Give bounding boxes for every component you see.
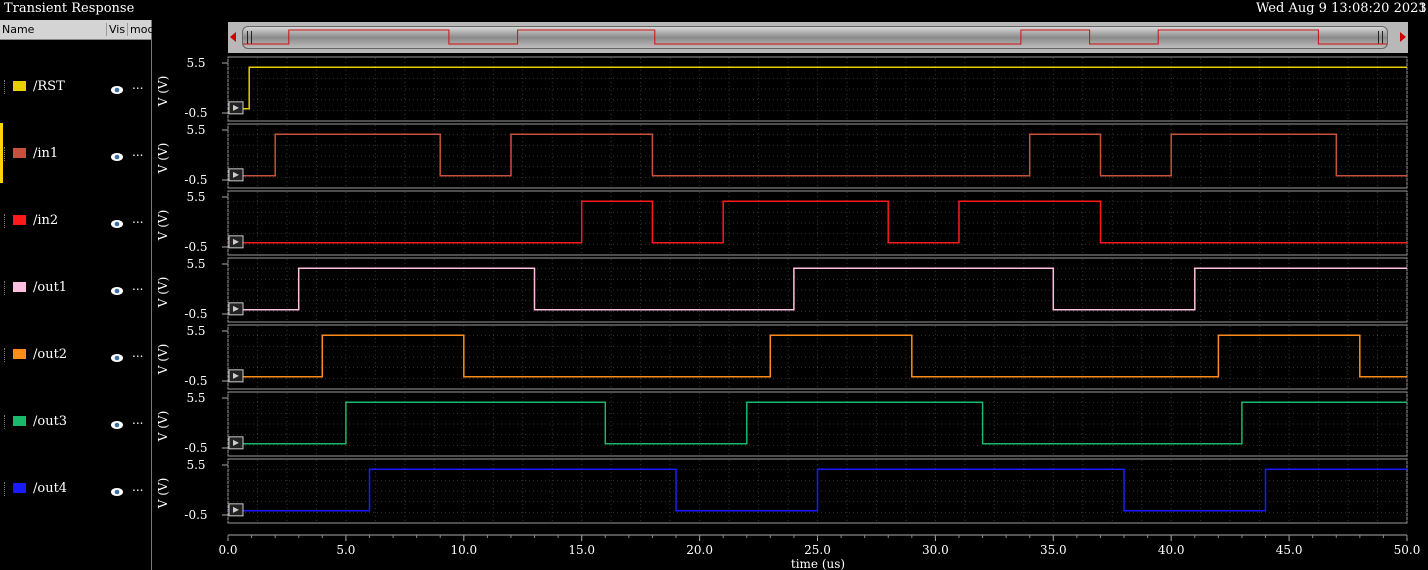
y-axis-label: V (V) (156, 411, 170, 443)
trace-marker-icon[interactable] (228, 503, 244, 517)
y-tick-label: 5.5 (186, 123, 205, 137)
x-tick-label: 35.0 (1040, 543, 1067, 557)
y-axis-label: V (V) (156, 210, 170, 242)
y-tick-label: -0.5 (184, 106, 207, 120)
x-axis-label: time (us) (791, 557, 845, 570)
y-axis-label: V (V) (156, 277, 170, 309)
y-tick-label: -0.5 (184, 508, 207, 522)
waveform-chart: 5.5 -0.5 V (V) 5.5 -0.5 V (V) 5.5 -0.5 V (V) 5.5 -… (156, 56, 1421, 570)
x-tick-label: 10.0 (450, 543, 477, 557)
x-tick-label: 20.0 (686, 543, 713, 557)
x-tick-label: 50.0 (1394, 543, 1421, 557)
trace-marker-icon[interactable] (228, 235, 244, 249)
y-tick-label: 5.5 (186, 190, 205, 204)
y-axis-label: V (V) (156, 76, 170, 108)
trace-marker-icon[interactable] (228, 369, 244, 383)
trace-marker-icon[interactable] (228, 101, 244, 115)
y-tick-label: -0.5 (184, 441, 207, 455)
y-tick-label: -0.5 (184, 173, 207, 187)
trace-marker-icon[interactable] (228, 168, 244, 182)
x-tick-label: 5.0 (336, 543, 355, 557)
x-tick-label: 40.0 (1158, 543, 1185, 557)
y-axis-label: V (V) (156, 478, 170, 510)
y-tick-label: 5.5 (186, 391, 205, 405)
y-tick-label: -0.5 (184, 307, 207, 321)
y-tick-label: 5.5 (186, 324, 205, 338)
x-tick-label: 15.0 (568, 543, 595, 557)
y-tick-label: 5.5 (186, 458, 205, 472)
y-axis-label: V (V) (156, 143, 170, 175)
y-axis-label: V (V) (156, 344, 170, 376)
y-tick-label: 5.5 (186, 56, 205, 70)
y-tick-label: 5.5 (186, 257, 205, 271)
y-tick-label: -0.5 (184, 374, 207, 388)
trace-marker-icon[interactable] (228, 436, 244, 450)
y-tick-label: -0.5 (184, 240, 207, 254)
x-tick-label: 45.0 (1276, 543, 1303, 557)
x-tick-label: 30.0 (922, 543, 949, 557)
trace-marker-icon[interactable] (228, 302, 244, 316)
x-tick-label: 0.0 (218, 543, 237, 557)
x-tick-label: 25.0 (804, 543, 831, 557)
